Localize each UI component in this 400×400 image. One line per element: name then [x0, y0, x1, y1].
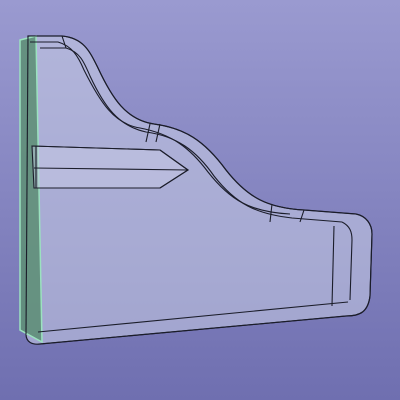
- 3d-viewport[interactable]: [0, 0, 400, 400]
- part-scene[interactable]: [0, 0, 400, 400]
- part-body[interactable]: [25, 35, 373, 345]
